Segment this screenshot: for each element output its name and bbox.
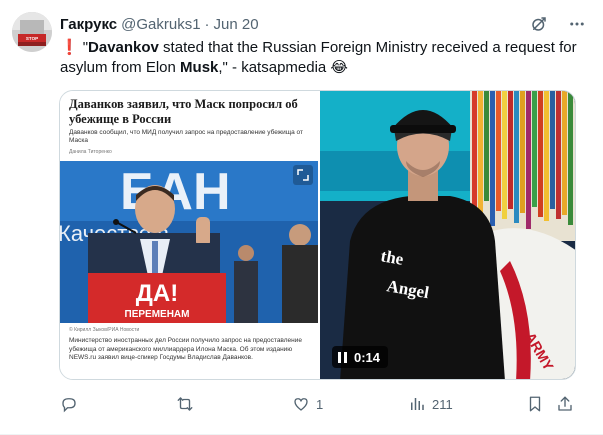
separator-dot: · (204, 15, 210, 33)
like-icon (294, 398, 308, 411)
article-photo: БАН Качество в (60, 161, 318, 323)
reply-button[interactable] (60, 393, 84, 415)
more-icon[interactable] (567, 14, 587, 34)
author-display-name[interactable]: Гакрукс (60, 16, 117, 33)
views-count: 211 (432, 396, 453, 412)
tweet[interactable]: STOP Гакрукс @Gakruks1 · Jun 20 ❗ "Davank… (0, 0, 603, 435)
pause-icon[interactable] (338, 351, 348, 363)
tweet-header: Гакрукс @Gakruks1 · Jun 20 (60, 14, 259, 34)
tweet-text: ❗ "Davankov stated that the Russian Forei… (60, 38, 580, 78)
bookmark-button[interactable] (526, 393, 544, 415)
banner-subtext: ПЕРЕМЕНАМ (125, 309, 190, 320)
tweet-text-part2: ," - katsapmedia 😂 (218, 59, 348, 76)
grok-icon[interactable] (529, 14, 549, 34)
like-count: 1 (316, 396, 324, 412)
share-icon (558, 396, 572, 411)
article-screenshot[interactable]: Даванков заявил, что Маск попросил об уб… (60, 91, 318, 379)
exclamation-icon: ❗ (60, 39, 79, 56)
svg-text:STOP: STOP (26, 36, 38, 41)
bookmark-icon (529, 396, 541, 412)
video-time-text: 0:14 (354, 349, 381, 365)
banner-text: ДА! (136, 280, 178, 307)
avatar[interactable]: STOP (12, 12, 52, 52)
media-grid[interactable]: Даванков заявил, что Маск попросил об уб… (59, 90, 576, 380)
name-musk: Musk (180, 59, 219, 76)
header-actions (529, 14, 587, 34)
shirt-text: the (379, 246, 405, 269)
article-author: Данила Титоренко (69, 149, 112, 155)
expand-icon (293, 165, 313, 185)
reply-icon (62, 398, 76, 413)
article-subhead: Даванков сообщил, что МИД получил запрос… (69, 129, 303, 144)
author-handle[interactable]: @Gakruks1 (121, 16, 200, 33)
action-bar: 1 211 (56, 393, 580, 415)
article-body: Министерство иностранных дел России полу… (69, 337, 302, 361)
avatar-image: STOP (12, 12, 52, 52)
article-photo-caption: © Кирилл Зыков/РИА Новости (69, 327, 140, 333)
retweet-button[interactable] (176, 393, 200, 415)
article-headline: Даванков заявил, что Маск попросил об уб… (69, 97, 298, 126)
retweet-icon (177, 397, 193, 411)
name-davankov: Davankov (88, 39, 159, 56)
tweet-date[interactable]: Jun 20 (214, 16, 259, 33)
video-frame: ARMY the Angel (320, 91, 575, 379)
share-button[interactable] (556, 393, 574, 415)
video-timestamp[interactable]: 0:14 (332, 346, 389, 368)
video-player[interactable]: ARMY the Angel 0:14 (320, 91, 575, 379)
like-button[interactable]: 1 (292, 393, 323, 415)
views-button[interactable]: 211 (408, 393, 453, 415)
views-icon (411, 398, 424, 410)
